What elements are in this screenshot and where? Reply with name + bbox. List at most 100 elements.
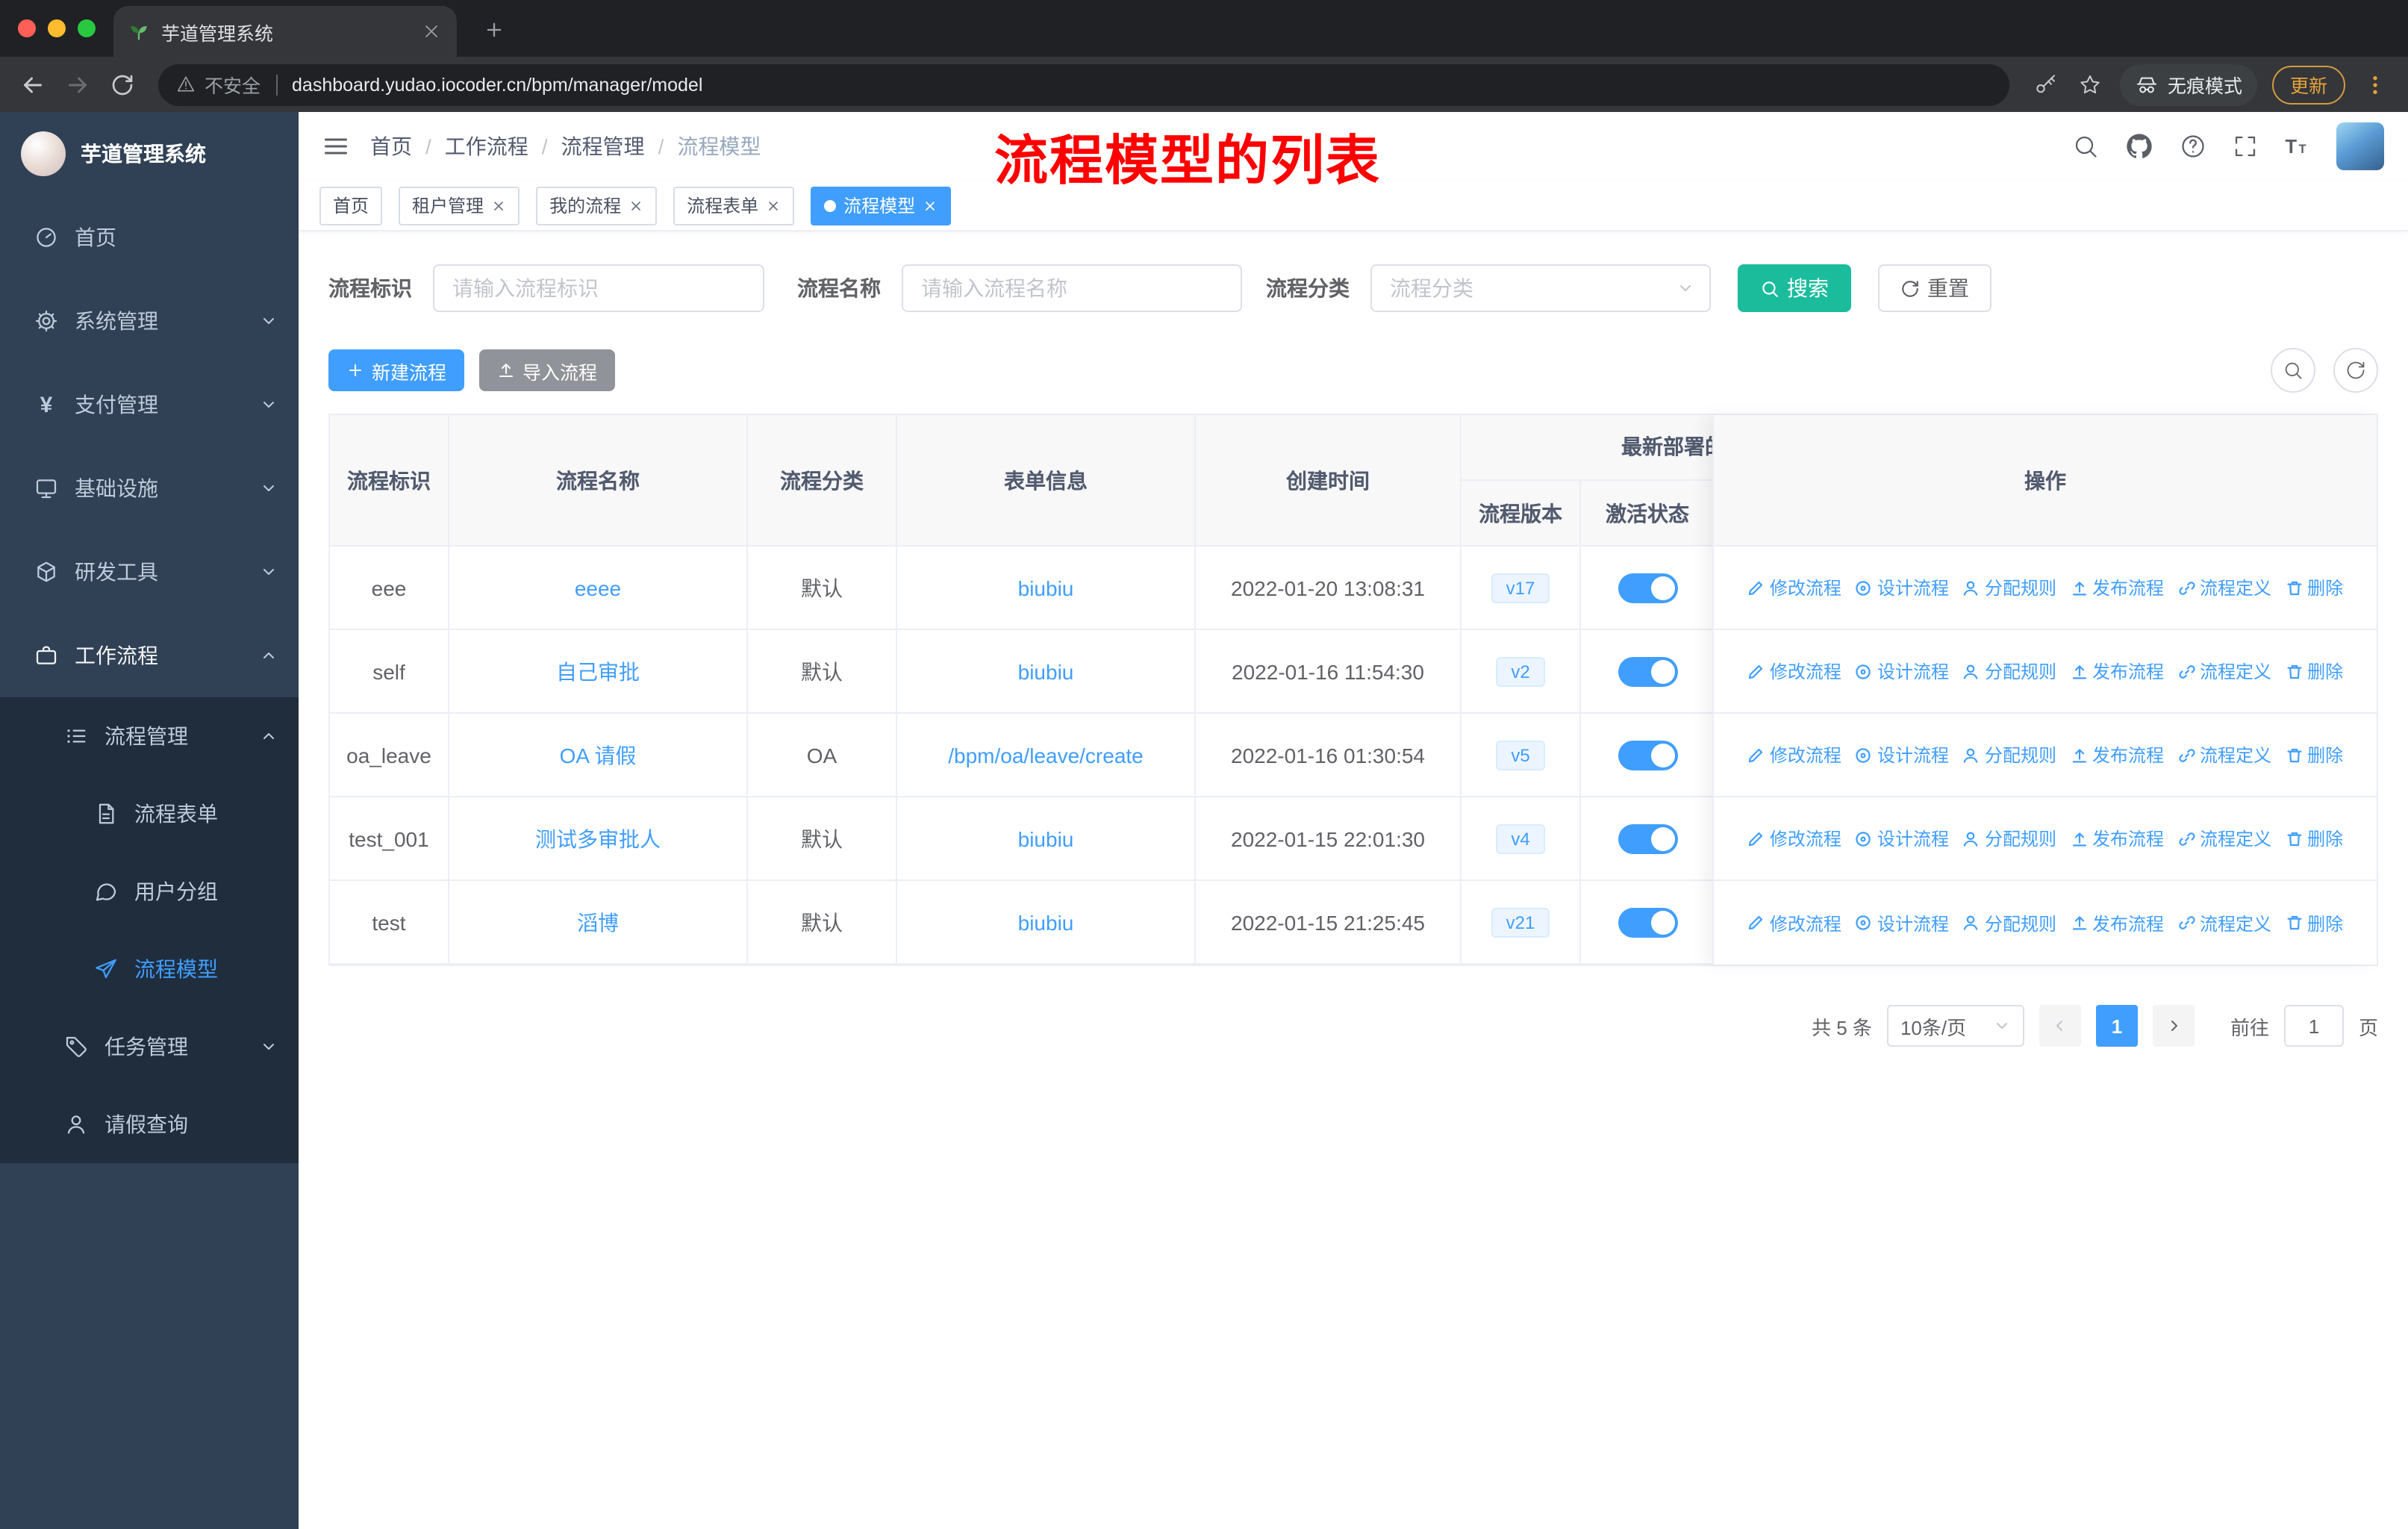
active-toggle[interactable] — [1618, 907, 1677, 937]
design-process-link[interactable]: 设计流程 — [1855, 742, 1949, 767]
assign-rule-link[interactable]: 分配规则 — [1962, 658, 2056, 684]
publish-process-link[interactable]: 发布流程 — [2070, 826, 2164, 851]
delete-link[interactable]: 删除 — [2285, 575, 2343, 600]
back-button[interactable] — [12, 63, 54, 105]
design-process-link[interactable]: 设计流程 — [1855, 910, 1949, 935]
tab-close-icon[interactable] — [421, 21, 442, 42]
active-toggle[interactable] — [1618, 656, 1677, 686]
breadcrumb-item[interactable]: 流程管理 — [561, 131, 645, 161]
publish-process-link[interactable]: 发布流程 — [2070, 742, 2164, 767]
fullscreen-icon[interactable] — [2232, 133, 2259, 160]
publish-process-link[interactable]: 发布流程 — [2070, 658, 2164, 684]
prev-page-button[interactable] — [2039, 1005, 2081, 1047]
reload-button[interactable] — [102, 63, 143, 105]
process-definition-link[interactable]: 流程定义 — [2177, 658, 2271, 684]
user-avatar[interactable] — [2336, 122, 2384, 170]
active-toggle[interactable] — [1618, 573, 1677, 602]
breadcrumb-item[interactable]: 工作流程 — [445, 131, 528, 161]
process-name-input[interactable] — [902, 264, 1242, 312]
font-size-icon[interactable]: TT — [2284, 133, 2311, 160]
breadcrumb-item[interactable]: 首页 — [370, 131, 412, 161]
not-secure-label[interactable]: 不安全 — [205, 70, 261, 99]
close-icon[interactable] — [923, 198, 938, 213]
process-name-link[interactable]: 自己审批 — [556, 656, 640, 686]
window-minimize-button[interactable] — [48, 19, 66, 37]
form-info-link[interactable]: biubiu — [1018, 576, 1074, 600]
reset-button[interactable]: 重置 — [1878, 264, 1991, 312]
sidebar-item-user-group[interactable]: 用户分组 — [0, 853, 299, 930]
logo[interactable]: 芋道管理系统 — [0, 112, 299, 196]
tag-process-form[interactable]: 流程表单 — [673, 186, 795, 225]
window-close-button[interactable] — [18, 19, 36, 37]
help-icon[interactable] — [2180, 133, 2206, 160]
github-icon[interactable] — [2124, 131, 2154, 161]
toggle-search-button[interactable] — [2271, 348, 2315, 393]
modify-process-link[interactable]: 修改流程 — [1747, 658, 1841, 684]
chrome-update-button[interactable]: 更新 — [2271, 65, 2345, 104]
delete-link[interactable]: 删除 — [2285, 910, 2343, 935]
design-process-link[interactable]: 设计流程 — [1855, 826, 1949, 851]
search-button[interactable]: 搜索 — [1738, 264, 1851, 312]
process-key-input[interactable] — [433, 264, 764, 312]
search-icon[interactable] — [2072, 133, 2099, 160]
sidebar-item-devtools[interactable]: 研发工具 — [0, 530, 299, 614]
sidebar-item-infrastructure[interactable]: 基础设施 — [0, 446, 299, 530]
next-page-button[interactable] — [2152, 1005, 2195, 1047]
sidebar-item-process-model[interactable]: 流程模型 — [0, 930, 299, 1008]
close-icon[interactable] — [628, 198, 643, 213]
current-page-button[interactable]: 1 — [2095, 1005, 2138, 1047]
modify-process-link[interactable]: 修改流程 — [1747, 910, 1841, 935]
process-definition-link[interactable]: 流程定义 — [2177, 826, 2271, 851]
sidebar-item-process-form[interactable]: 流程表单 — [0, 775, 299, 853]
sidebar-item-system[interactable]: 系统管理 — [0, 279, 299, 363]
tag-tenant-management[interactable]: 租户管理 — [399, 186, 520, 225]
create-process-button[interactable]: 新建流程 — [328, 349, 465, 391]
active-toggle[interactable] — [1618, 823, 1677, 853]
import-process-button[interactable]: 导入流程 — [479, 349, 616, 391]
form-info-link[interactable]: biubiu — [1018, 659, 1074, 683]
publish-process-link[interactable]: 发布流程 — [2070, 910, 2164, 935]
assign-rule-link[interactable]: 分配规则 — [1962, 826, 2056, 851]
assign-rule-link[interactable]: 分配规则 — [1962, 742, 2056, 767]
modify-process-link[interactable]: 修改流程 — [1747, 575, 1841, 600]
sidebar-item-task-management[interactable]: 任务管理 — [0, 1008, 299, 1086]
process-definition-link[interactable]: 流程定义 — [2177, 910, 2271, 935]
sidebar-item-workflow[interactable]: 工作流程 — [0, 614, 299, 697]
form-info-link[interactable]: biubiu — [1018, 826, 1074, 850]
browser-tab[interactable]: 芋道管理系统 — [113, 6, 457, 57]
goto-page-input[interactable] — [2283, 1005, 2344, 1047]
process-name-link[interactable]: eeee — [575, 576, 621, 600]
close-icon[interactable] — [491, 198, 506, 213]
delete-link[interactable]: 删除 — [2285, 826, 2343, 851]
refresh-button[interactable] — [2333, 348, 2378, 393]
process-name-link[interactable]: 滔博 — [577, 907, 619, 937]
form-info-link[interactable]: biubiu — [1018, 910, 1074, 934]
page-size-select[interactable]: 10条/页 — [1886, 1005, 2024, 1047]
process-definition-link[interactable]: 流程定义 — [2177, 575, 2271, 600]
design-process-link[interactable]: 设计流程 — [1855, 575, 1949, 600]
new-tab-button[interactable] — [475, 10, 514, 49]
form-info-link[interactable]: /bpm/oa/leave/create — [948, 743, 1144, 767]
window-zoom-button[interactable] — [78, 19, 96, 37]
category-select[interactable]: 流程分类 — [1370, 264, 1711, 312]
delete-link[interactable]: 删除 — [2285, 742, 2343, 767]
bookmark-star-icon[interactable] — [2069, 63, 2111, 105]
publish-process-link[interactable]: 发布流程 — [2070, 575, 2164, 600]
assign-rule-link[interactable]: 分配规则 — [1962, 910, 2056, 935]
design-process-link[interactable]: 设计流程 — [1855, 658, 1949, 684]
modify-process-link[interactable]: 修改流程 — [1747, 742, 1841, 767]
forward-button[interactable] — [57, 63, 99, 105]
tag-my-process[interactable]: 我的流程 — [536, 186, 658, 225]
sidebar-item-leave-query[interactable]: 请假查询 — [0, 1086, 299, 1163]
sidebar-item-payment[interactable]: ¥ 支付管理 — [0, 363, 299, 446]
password-key-icon[interactable] — [2024, 63, 2066, 105]
assign-rule-link[interactable]: 分配规则 — [1962, 575, 2056, 600]
close-icon[interactable] — [766, 198, 781, 213]
tag-process-model[interactable]: 流程模型 — [811, 186, 952, 225]
sidebar-item-process-management[interactable]: 流程管理 — [0, 697, 299, 775]
sidebar-item-home[interactable]: 首页 — [0, 196, 299, 279]
hamburger-icon[interactable] — [322, 133, 349, 160]
address-bar[interactable]: 不安全 dashboard.yudao.iocoder.cn/bpm/manag… — [158, 63, 2009, 105]
tag-home[interactable]: 首页 — [319, 186, 383, 225]
active-toggle[interactable] — [1618, 740, 1677, 770]
